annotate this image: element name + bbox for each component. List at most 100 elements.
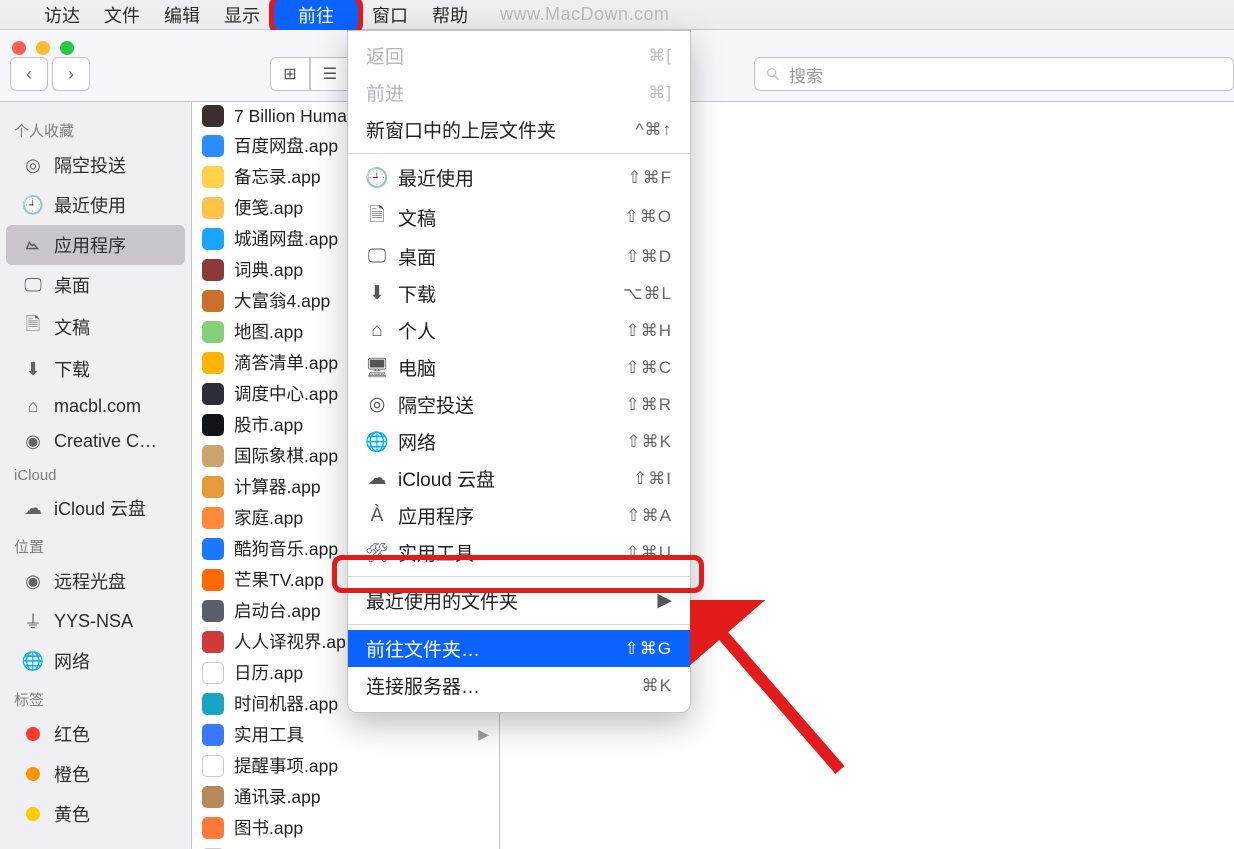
file-label: 大富翁4.app [234, 288, 330, 313]
menubar-item[interactable]: 文件 [92, 0, 152, 32]
dot-icon [22, 767, 44, 781]
file-row[interactable]: 提醒事项.app [192, 750, 499, 781]
menu-item[interactable]: 🕘最近使用⇧⌘F [348, 159, 690, 196]
sidebar-item[interactable]: 🕘最近使用 [6, 185, 185, 225]
file-label: 家庭.app [234, 505, 303, 530]
search-icon [765, 66, 781, 82]
menu-item-label: 下载 [398, 280, 436, 307]
app-icon [202, 724, 224, 746]
menu-shortcut: ⇧⌘H [625, 321, 672, 341]
search-placeholder: 搜索 [789, 62, 823, 87]
close-window-icon[interactable] [12, 41, 26, 55]
menu-item[interactable]: ⌂ 个人 ⇧⌘H [348, 312, 690, 349]
sidebar-item[interactable]: ◉Creative C… [6, 424, 185, 459]
file-row[interactable]: 图像捕捉.app [192, 843, 499, 849]
menubar-item-go[interactable]: 前往 [272, 0, 360, 32]
menubar-item[interactable]: 访达 [32, 0, 92, 32]
menu-item[interactable]: 🛠实用工具⇧⌘U [348, 534, 690, 571]
file-row[interactable]: 通讯录.app [192, 781, 499, 812]
menu-shortcut: ⇧⌘O [625, 207, 672, 227]
app-icon [202, 228, 224, 250]
file-label: 图书.app [234, 815, 303, 840]
sidebar-item[interactable]: 橙色 [6, 754, 185, 794]
sidebar-item-label: 远程光盘 [54, 568, 126, 594]
cloud-icon: ☁ [366, 467, 388, 490]
menu-item[interactable]: 🌐网络⇧⌘K [348, 423, 690, 460]
sidebar-item[interactable]: ⬇下载 [6, 349, 185, 389]
sidebar-item[interactable]: ⌂macbl.com [6, 389, 185, 424]
menu-item-label: 新窗口中的上层文件夹 [366, 116, 556, 143]
menu-shortcut: ⇧⌘R [625, 395, 672, 415]
menu-item[interactable]: À应用程序⇧⌘A [348, 497, 690, 534]
menu-shortcut: ^⌘↑ [636, 120, 672, 140]
downloads-icon: ⬇ [22, 359, 44, 380]
minimize-window-icon[interactable] [36, 41, 50, 55]
watermark-text: www.MacDown.com [500, 4, 670, 25]
desktop-icon: 🖵 [366, 246, 388, 268]
sidebar-item[interactable]: 红色 [6, 714, 185, 754]
menubar-item[interactable]: 窗口 [360, 0, 420, 32]
zoom-window-icon[interactable] [60, 41, 74, 55]
home-icon: ⌂ [366, 320, 388, 342]
app-icon [202, 352, 224, 374]
menu-item-label: 应用程序 [398, 502, 474, 529]
menu-shortcut: ⌘] [648, 83, 672, 103]
dot-icon [22, 727, 44, 741]
sidebar-item-label: 桌面 [54, 272, 90, 298]
app-icon [202, 321, 224, 343]
menu-item[interactable]: 🗎文稿⇧⌘O [348, 196, 690, 238]
sidebar-section-title: 个人收藏 [0, 112, 191, 145]
sidebar-item[interactable]: 🗎文稿 [6, 305, 185, 349]
file-label: 滴答清单.app [234, 350, 338, 375]
menu-item: 前进⌘] [348, 74, 690, 111]
menu-item[interactable]: ◎隔空投送⇧⌘R [348, 386, 690, 423]
file-label: 调度中心.app [234, 381, 338, 406]
menu-item[interactable]: 新窗口中的上层文件夹 ^⌘↑ [348, 111, 690, 148]
menu-item[interactable]: 前往文件夹…⇧⌘G [348, 630, 690, 667]
view-icons-button[interactable]: ⊞ [270, 57, 310, 91]
sidebar-item[interactable]: 应用程序 [6, 225, 185, 265]
downloads-icon: ⬇ [366, 282, 388, 305]
forward-button[interactable]: › [52, 57, 90, 91]
sidebar-item[interactable]: ◉ 远程光盘 [6, 561, 185, 601]
file-row[interactable]: 图书.app [192, 812, 499, 843]
menu-item[interactable]: 🖥电脑⇧⌘C [348, 349, 690, 386]
view-list-button[interactable]: ☰ [310, 57, 350, 91]
apps-icon: À [366, 505, 388, 527]
menu-item-label: 最近使用 [398, 164, 474, 191]
menubar-item[interactable]: 帮助 [420, 0, 480, 32]
menubar-item[interactable]: 编辑 [152, 0, 212, 32]
menu-shortcut: ⌥⌘L [623, 284, 672, 304]
back-button[interactable]: ‹ [10, 57, 48, 91]
menu-item[interactable]: 🖵桌面⇧⌘D [348, 238, 690, 275]
sidebar-item[interactable]: ☁iCloud 云盘 [6, 488, 185, 528]
file-label: 启动台.app [234, 598, 321, 623]
file-label: 股市.app [234, 412, 303, 437]
sidebar-item[interactable]: ◎隔空投送 [6, 145, 185, 185]
file-label: 便笺.app [234, 195, 303, 220]
sidebar-item[interactable]: 黄色 [6, 794, 185, 834]
app-icon [202, 259, 224, 281]
menu-item-label: 个人 [398, 317, 436, 344]
sidebar-item-label: 黄色 [54, 801, 90, 827]
menu-shortcut: ⇧⌘G [625, 639, 672, 659]
airdrop-icon: ◎ [366, 393, 388, 416]
tools-icon: 🛠 [366, 541, 388, 565]
app-icon [202, 414, 224, 436]
menu-item-label: 最近使用的文件夹 [366, 587, 518, 614]
disc-icon: ◉ [22, 571, 44, 592]
sidebar-item-label: 橙色 [54, 761, 90, 787]
sidebar-item[interactable]: ⏚YYS-NSA [6, 601, 185, 641]
menu-shortcut: ⇧⌘F [627, 168, 672, 188]
search-input[interactable]: 搜索 [754, 57, 1234, 91]
app-icon [202, 476, 224, 498]
file-label: 百度网盘.app [234, 133, 338, 158]
menubar-item[interactable]: 显示 [212, 0, 272, 32]
sidebar-item[interactable]: 🖵桌面 [6, 265, 185, 305]
sidebar-item[interactable]: 🌐网络 [6, 641, 185, 681]
menu-item[interactable]: ⬇ 下载 ⌥⌘L [348, 275, 690, 312]
menu-item[interactable]: 连接服务器…⌘K [348, 667, 690, 704]
menu-item[interactable]: ☁iCloud 云盘⇧⌘I [348, 460, 690, 497]
menu-item[interactable]: 最近使用的文件夹▶ [348, 582, 690, 619]
file-row[interactable]: 实用工具▶ [192, 719, 499, 750]
